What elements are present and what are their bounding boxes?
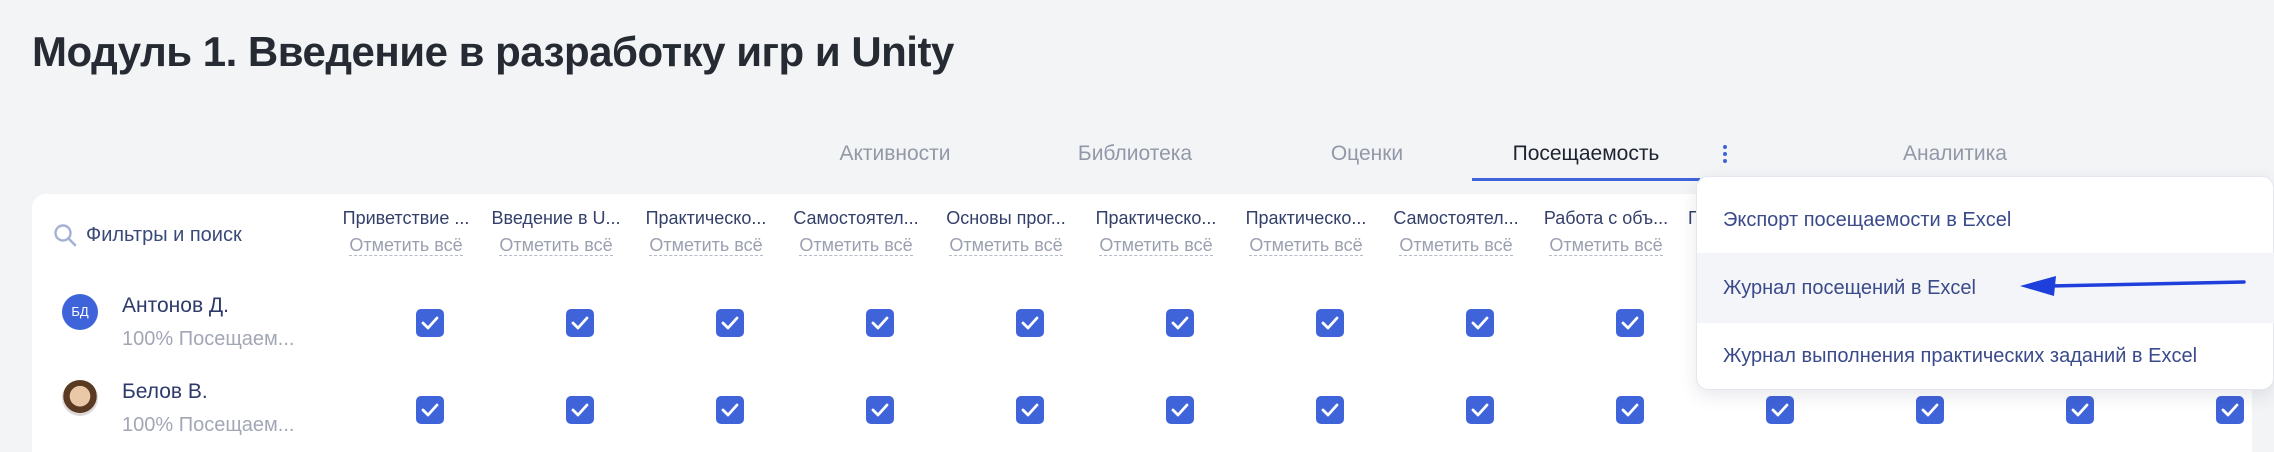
mark-all-link[interactable]: Отметить всё (1249, 235, 1363, 256)
column-header: Практическо... Отметить всё (1088, 208, 1224, 256)
mark-all-link[interactable]: Отметить всё (1399, 235, 1513, 256)
checkbox-checked-icon (421, 316, 439, 330)
column-title[interactable]: Самостоятел... (788, 208, 924, 229)
mark-all-link[interactable]: Отметить всё (1549, 235, 1663, 256)
checkbox-checked-icon (1471, 403, 1489, 417)
mark-all-link[interactable]: Отметить всё (349, 235, 463, 256)
attendance-checkbox[interactable] (1616, 309, 1644, 337)
tab-grades[interactable]: Оценки (1272, 130, 1462, 182)
attendance-checkbox[interactable] (1316, 309, 1344, 337)
checkbox-checked-icon (1471, 316, 1489, 330)
tab-bar: Активности Библиотека Оценки Посещаемост… (0, 130, 2274, 182)
checkbox-checked-icon (421, 403, 439, 417)
column-header: Самостоятел... Отметить всё (1388, 208, 1524, 256)
checkbox-checked-icon (1321, 316, 1339, 330)
attendance-checkbox[interactable] (1016, 309, 1044, 337)
column-title[interactable]: Работа с объ... (1538, 208, 1674, 229)
checkbox-checked-icon (871, 403, 889, 417)
tab-activities[interactable]: Активности (800, 130, 990, 182)
attendance-checkbox[interactable] (716, 396, 744, 424)
search-label: Фильтры и поиск (86, 223, 242, 246)
column-title[interactable]: Практическо... (638, 208, 774, 229)
attendance-checkbox[interactable] (566, 396, 594, 424)
menu-item-practical-log[interactable]: Журнал выполнения практических заданий в… (1697, 321, 2274, 391)
checkbox-checked-icon (1621, 316, 1639, 330)
column-title[interactable]: Приветствие ... (338, 208, 474, 229)
tab-attendance[interactable]: Посещаемость (1472, 130, 1700, 182)
checkbox-checked-icon (1171, 403, 1189, 417)
column-title[interactable]: Введение в U... (488, 208, 624, 229)
attendance-checkbox[interactable] (1916, 396, 1944, 424)
attendance-checkbox[interactable] (866, 309, 894, 337)
attendance-checkbox[interactable] (2216, 396, 2244, 424)
checkbox-checked-icon (2071, 403, 2089, 417)
mark-all-link[interactable]: Отметить всё (649, 235, 763, 256)
mark-all-link[interactable]: Отметить всё (949, 235, 1063, 256)
student-name[interactable]: Антонов Д. (122, 294, 229, 318)
column-header: Самостоятел... Отметить всё (788, 208, 924, 256)
mark-all-link[interactable]: Отметить всё (799, 235, 913, 256)
checkbox-checked-icon (571, 316, 589, 330)
attendance-checkbox[interactable] (716, 309, 744, 337)
attendance-checkbox[interactable] (1466, 309, 1494, 337)
avatar: БД (62, 294, 98, 330)
column-header: Основы прог... Отметить всё (938, 208, 1074, 256)
attendance-checkbox[interactable] (2066, 396, 2094, 424)
attendance-checkbox[interactable] (1166, 309, 1194, 337)
attendance-percent: 100% Посещаем... (122, 328, 295, 350)
checkbox-checked-icon (1771, 403, 1789, 417)
column-header: Работа с объ... Отметить всё (1538, 208, 1674, 256)
student-name[interactable]: Белов В. (122, 380, 208, 404)
column-header: Практическо... Отметить всё (1238, 208, 1374, 256)
attendance-checkbox[interactable] (1616, 396, 1644, 424)
attendance-checkbox[interactable] (416, 309, 444, 337)
attendance-checkbox[interactable] (1766, 396, 1794, 424)
annotation-arrow (2020, 276, 2246, 296)
avatar (62, 380, 98, 416)
checkbox-checked-icon (1621, 403, 1639, 417)
checkbox-checked-icon (1921, 403, 1939, 417)
page-title: Модуль 1. Введение в разработку игр и Un… (32, 28, 954, 75)
column-title[interactable]: Практическо... (1238, 208, 1374, 229)
tab-analytics[interactable]: Аналитика (1860, 130, 2050, 182)
checkbox-checked-icon (1021, 316, 1039, 330)
checkbox-checked-icon (2221, 403, 2239, 417)
attendance-checkbox[interactable] (1166, 396, 1194, 424)
active-tab-underline (1472, 178, 1700, 181)
column-title[interactable]: Самостоятел... (1388, 208, 1524, 229)
mark-all-link[interactable]: Отметить всё (499, 235, 613, 256)
tab-library[interactable]: Библиотека (1040, 130, 1230, 182)
checkbox-checked-icon (871, 316, 889, 330)
column-header: Практическо... Отметить всё (638, 208, 774, 256)
mark-all-link[interactable]: Отметить всё (1099, 235, 1213, 256)
filter-search[interactable]: Фильтры и поиск (52, 222, 242, 248)
checkbox-checked-icon (1171, 316, 1189, 330)
menu-item-export-attendance[interactable]: Экспорт посещаемости в Excel (1697, 185, 2274, 255)
checkbox-checked-icon (1021, 403, 1039, 417)
column-title[interactable]: Основы прог... (938, 208, 1074, 229)
attendance-percent: 100% Посещаем... (122, 414, 295, 436)
checkbox-checked-icon (721, 403, 739, 417)
column-header: Введение в U... Отметить всё (488, 208, 624, 256)
search-icon (54, 224, 77, 247)
attendance-checkbox[interactable] (416, 396, 444, 424)
attendance-checkbox[interactable] (566, 309, 594, 337)
attendance-checkbox[interactable] (866, 396, 894, 424)
attendance-checkbox[interactable] (1316, 396, 1344, 424)
column-header: Приветствие ... Отметить всё (338, 208, 474, 256)
column-title[interactable]: Практическо... (1088, 208, 1224, 229)
attendance-checkbox[interactable] (1466, 396, 1494, 424)
checkbox-checked-icon (1321, 403, 1339, 417)
kebab-menu-icon[interactable] (1718, 142, 1732, 166)
checkbox-checked-icon (571, 403, 589, 417)
attendance-checkbox[interactable] (1016, 396, 1044, 424)
checkbox-checked-icon (721, 316, 739, 330)
